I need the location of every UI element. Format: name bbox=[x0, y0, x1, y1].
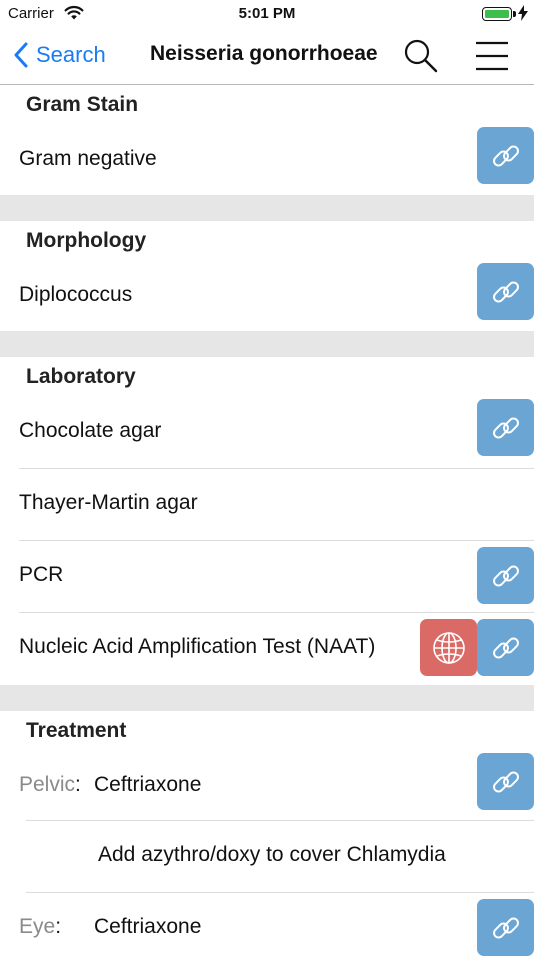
section-divider bbox=[0, 195, 534, 221]
link-button[interactable] bbox=[477, 127, 534, 184]
list-item[interactable]: Chocolate agar bbox=[0, 397, 534, 469]
charging-bolt-icon bbox=[518, 5, 528, 26]
item-label: Gram negative bbox=[19, 147, 157, 170]
section-header-laboratory: Laboratory bbox=[0, 357, 534, 397]
list-item[interactable]: Nucleic Acid Amplification Test (NAAT) bbox=[0, 613, 534, 685]
treatment-note-row: Add azythro/doxy to cover Chlamydia bbox=[0, 821, 534, 893]
link-icon bbox=[492, 281, 519, 302]
item-label: PCR bbox=[19, 563, 64, 586]
item-label: Nucleic Acid Amplification Test (NAAT) bbox=[19, 635, 376, 658]
link-button[interactable] bbox=[477, 753, 534, 810]
link-icon bbox=[492, 417, 519, 438]
list-item[interactable]: Gram negative bbox=[0, 125, 534, 195]
link-icon bbox=[492, 917, 519, 938]
treatment-site: Pelvic bbox=[19, 773, 76, 796]
section-header-morphology: Morphology bbox=[0, 221, 534, 261]
globe-icon bbox=[432, 631, 465, 664]
treatment-site-label: Pelvic: bbox=[19, 773, 81, 797]
list-item[interactable]: PCR bbox=[0, 541, 534, 613]
treatment-row[interactable]: Pelvic: Ceftriaxone bbox=[0, 751, 534, 821]
back-button-label: Search bbox=[36, 42, 106, 67]
section-divider bbox=[0, 331, 534, 357]
link-button[interactable] bbox=[477, 547, 534, 604]
section-divider bbox=[0, 685, 534, 711]
section-title: Gram Stain bbox=[26, 93, 139, 116]
treatment-site: Eye bbox=[19, 915, 56, 938]
link-button[interactable] bbox=[477, 899, 534, 956]
item-label: Diplococcus bbox=[19, 283, 133, 306]
section-title: Treatment bbox=[26, 719, 127, 742]
section-title: Laboratory bbox=[26, 365, 136, 388]
search-icon[interactable] bbox=[403, 38, 439, 74]
treatment-row[interactable]: Eye: Ceftriaxone bbox=[0, 893, 534, 965]
hamburger-menu-icon[interactable] bbox=[474, 40, 510, 72]
clock: 5:01 PM bbox=[238, 5, 296, 22]
section-header-treatment: Treatment bbox=[0, 711, 534, 751]
link-button[interactable] bbox=[477, 619, 534, 676]
navigation-bar: Search Neisseria gonorrhoeae bbox=[0, 28, 534, 85]
list-item[interactable]: Thayer-Martin agar bbox=[0, 469, 534, 541]
section-header-gram-stain: Gram Stain bbox=[0, 85, 534, 125]
link-button[interactable] bbox=[477, 263, 534, 320]
treatment-site-label: Eye: bbox=[19, 915, 61, 939]
page-title: Neisseria gonorrhoeae bbox=[150, 42, 378, 65]
web-search-button[interactable] bbox=[420, 619, 477, 676]
link-button[interactable] bbox=[477, 399, 534, 456]
section-title: Morphology bbox=[26, 229, 147, 252]
colon: : bbox=[75, 773, 81, 796]
link-icon bbox=[492, 565, 519, 586]
link-icon bbox=[492, 637, 519, 658]
colon: : bbox=[55, 915, 62, 938]
treatment-drug: Ceftriaxone bbox=[94, 773, 202, 796]
item-label: Thayer-Martin agar bbox=[19, 491, 198, 514]
link-icon bbox=[492, 771, 519, 792]
detail-content: Gram Stain Gram negative Morphology Dipl… bbox=[0, 85, 534, 965]
chevron-left-icon bbox=[14, 42, 28, 68]
status-bar: Carrier 5:01 PM bbox=[0, 0, 534, 28]
treatment-drug: Ceftriaxone bbox=[94, 915, 202, 938]
back-button[interactable]: Search bbox=[14, 38, 106, 72]
list-item[interactable]: Diplococcus bbox=[0, 261, 534, 331]
treatment-note: Add azythro/doxy to cover Chlamydia bbox=[98, 843, 446, 866]
item-label: Chocolate agar bbox=[19, 419, 162, 442]
link-icon bbox=[492, 145, 519, 166]
battery-icon bbox=[482, 7, 516, 21]
